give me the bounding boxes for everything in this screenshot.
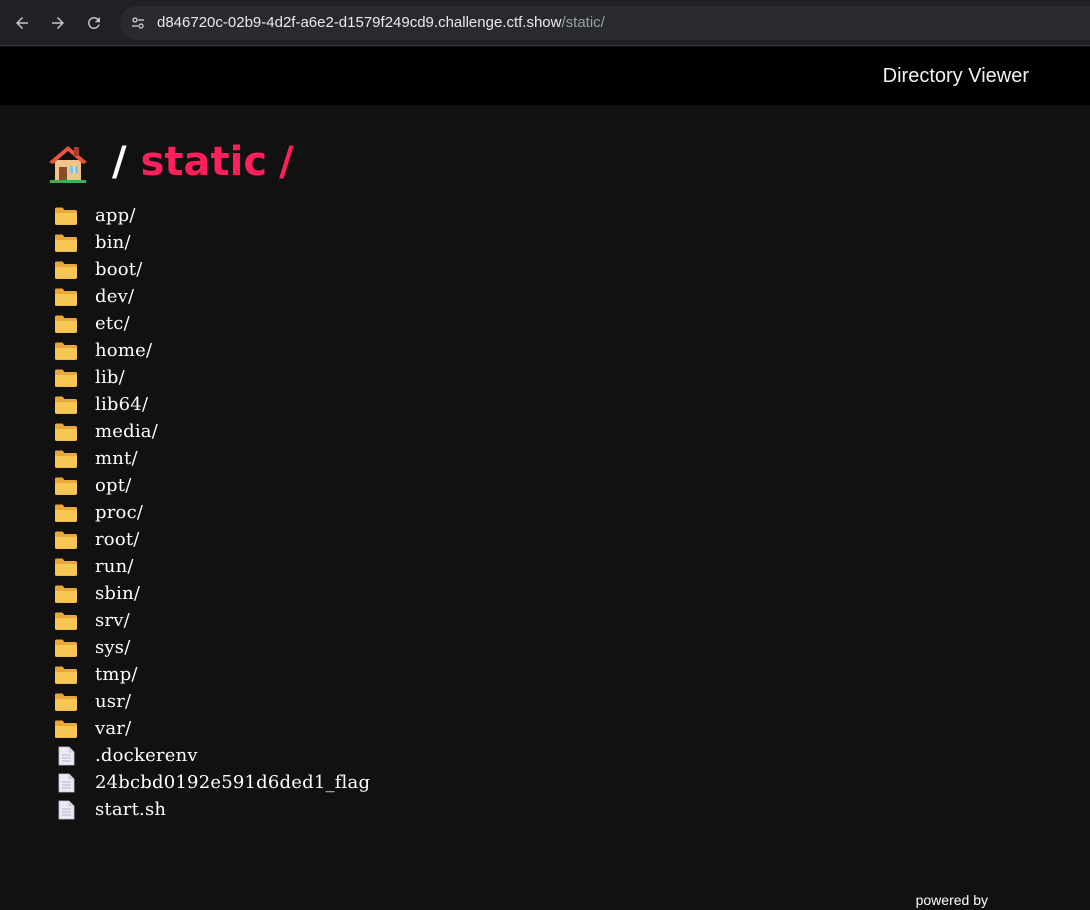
folder-icon xyxy=(54,422,78,442)
folder-icon xyxy=(54,287,78,307)
breadcrumb-trailing-separator: / xyxy=(279,139,294,185)
folder-entry[interactable]: proc/ xyxy=(54,499,370,526)
folder-entry[interactable]: usr/ xyxy=(54,688,370,715)
arrow-left-icon xyxy=(16,17,28,29)
folder-icon xyxy=(54,260,78,280)
file-entry[interactable]: start.sh xyxy=(54,796,370,823)
folder-icon xyxy=(54,314,78,334)
entry-name[interactable]: app/ xyxy=(95,205,136,226)
folder-icon xyxy=(54,584,78,604)
folder-entry[interactable]: var/ xyxy=(54,715,370,742)
folder-entry[interactable]: opt/ xyxy=(54,472,370,499)
address-bar[interactable]: d846720c-02b9-4d2f-a6e2-d1579f249cd9.cha… xyxy=(120,6,1090,40)
folder-icon xyxy=(54,341,78,361)
folder-icon xyxy=(54,611,78,631)
entry-name[interactable]: srv/ xyxy=(95,610,130,631)
folder-icon xyxy=(54,206,78,226)
entry-name[interactable]: tmp/ xyxy=(95,664,138,685)
folder-entry[interactable]: mnt/ xyxy=(54,445,370,472)
folder-entry[interactable]: srv/ xyxy=(54,607,370,634)
footer-powered-by: powered by xyxy=(915,892,988,908)
entry-name[interactable]: mnt/ xyxy=(95,448,138,469)
entry-name[interactable]: bin/ xyxy=(95,232,131,253)
tune-icon xyxy=(132,17,144,29)
folder-entry[interactable]: root/ xyxy=(54,526,370,553)
arrow-right-icon xyxy=(52,17,64,29)
folder-icon xyxy=(54,665,78,685)
folder-icon xyxy=(54,503,78,523)
file-entry[interactable]: .dockerenv xyxy=(54,742,370,769)
back-button[interactable] xyxy=(10,11,34,35)
folder-icon xyxy=(54,368,78,388)
url-host: d846720c-02b9-4d2f-a6e2-d1579f249cd9.cha… xyxy=(157,14,562,31)
entry-name[interactable]: boot/ xyxy=(95,259,143,280)
folder-entry[interactable]: boot/ xyxy=(54,256,370,283)
breadcrumb: / static / xyxy=(46,136,294,188)
file-entry[interactable]: 24bcbd0192e591d6ded1_flag xyxy=(54,769,370,796)
entry-name[interactable]: root/ xyxy=(95,529,140,550)
folder-entry[interactable]: run/ xyxy=(54,553,370,580)
page-header: Directory Viewer xyxy=(0,47,1090,105)
folder-entry[interactable]: app/ xyxy=(54,202,370,229)
folder-entry[interactable]: sbin/ xyxy=(54,580,370,607)
folder-icon xyxy=(54,692,78,712)
folder-icon xyxy=(54,395,78,415)
entry-name[interactable]: var/ xyxy=(95,718,131,739)
house-icon[interactable] xyxy=(46,140,90,184)
folder-entry[interactable]: tmp/ xyxy=(54,661,370,688)
folder-icon xyxy=(54,530,78,550)
site-info-button[interactable] xyxy=(126,11,150,35)
folder-icon xyxy=(54,476,78,496)
url-path: /static/ xyxy=(561,14,605,31)
folder-icon xyxy=(54,719,78,739)
folder-icon xyxy=(54,449,78,469)
browser-toolbar: d846720c-02b9-4d2f-a6e2-d1579f249cd9.cha… xyxy=(0,0,1090,46)
folder-entry[interactable]: bin/ xyxy=(54,229,370,256)
folder-entry[interactable]: lib/ xyxy=(54,364,370,391)
url-text[interactable]: d846720c-02b9-4d2f-a6e2-d1579f249cd9.cha… xyxy=(157,6,605,40)
entry-name[interactable]: lib/ xyxy=(95,367,125,388)
folder-entry[interactable]: media/ xyxy=(54,418,370,445)
file-icon xyxy=(54,746,78,766)
folder-entry[interactable]: sys/ xyxy=(54,634,370,661)
entry-name[interactable]: dev/ xyxy=(95,286,134,307)
entry-name[interactable]: sys/ xyxy=(95,637,131,658)
folder-entry[interactable]: dev/ xyxy=(54,283,370,310)
file-icon xyxy=(54,773,78,793)
breadcrumb-current[interactable]: static xyxy=(141,139,267,185)
folder-entry[interactable]: etc/ xyxy=(54,310,370,337)
breadcrumb-separator: / xyxy=(112,139,127,185)
entry-name[interactable]: etc/ xyxy=(95,313,130,334)
forward-button[interactable] xyxy=(46,11,70,35)
entry-name[interactable]: start.sh xyxy=(95,799,166,820)
reload-icon xyxy=(88,16,100,29)
entry-name[interactable]: run/ xyxy=(95,556,134,577)
folder-entry[interactable]: home/ xyxy=(54,337,370,364)
folder-icon xyxy=(54,557,78,577)
entry-name[interactable]: opt/ xyxy=(95,475,131,496)
folder-entry[interactable]: lib64/ xyxy=(54,391,370,418)
entry-name[interactable]: media/ xyxy=(95,421,158,442)
folder-icon xyxy=(54,233,78,253)
entry-name[interactable]: lib64/ xyxy=(95,394,148,415)
directory-listing: app/ bin/ boot/ dev/ etc/ home/ lib/ lib… xyxy=(54,202,370,823)
entry-name[interactable]: .dockerenv xyxy=(95,745,198,766)
entry-name[interactable]: home/ xyxy=(95,340,152,361)
entry-name[interactable]: 24bcbd0192e591d6ded1_flag xyxy=(95,772,370,793)
folder-icon xyxy=(54,638,78,658)
reload-button[interactable] xyxy=(82,11,106,35)
entry-name[interactable]: proc/ xyxy=(95,502,143,523)
file-icon xyxy=(54,800,78,820)
header-title: Directory Viewer xyxy=(882,65,1029,87)
entry-name[interactable]: usr/ xyxy=(95,691,131,712)
entry-name[interactable]: sbin/ xyxy=(95,583,140,604)
